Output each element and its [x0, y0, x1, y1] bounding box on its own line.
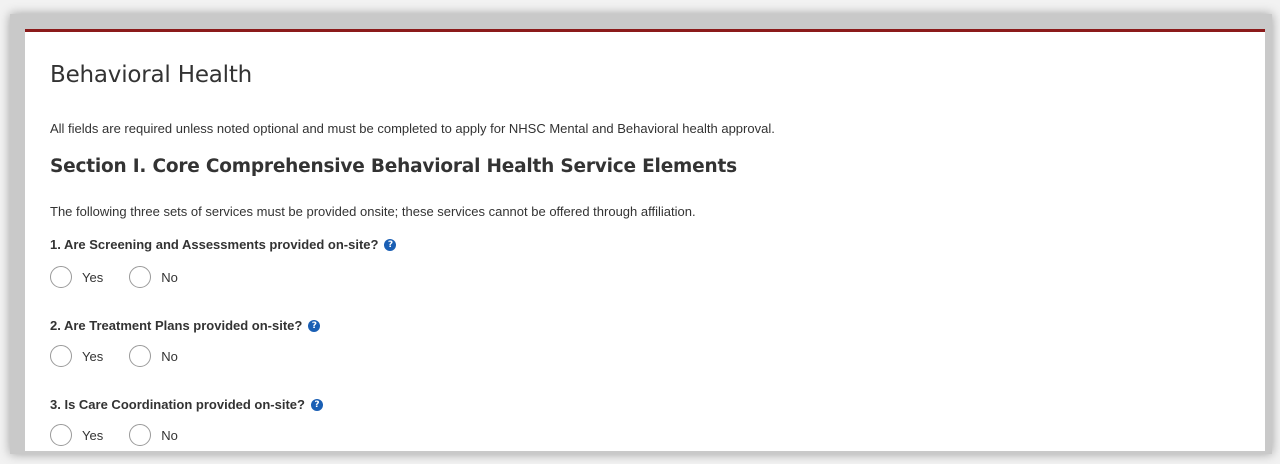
radio-label-no: No [161, 348, 178, 364]
question-1-label: 1. Are Screening and Assessments provide… [50, 237, 379, 252]
question-2-label: 2. Are Treatment Plans provided on-site? [50, 318, 303, 333]
help-icon[interactable]: ? [308, 319, 321, 332]
q1-yes-radio[interactable]: Yes [50, 266, 103, 288]
radio-label-yes: Yes [82, 348, 104, 364]
section-heading: Section I. Core Comprehensive Behavioral… [50, 156, 737, 177]
question-2: 2. Are Treatment Plans provided on-site?… [50, 318, 321, 333]
q1-no-radio[interactable]: No [129, 266, 178, 288]
radio-label-no: No [161, 427, 178, 443]
q2-no-radio[interactable]: No [129, 345, 178, 367]
q3-no-radio[interactable]: No [129, 424, 178, 446]
help-icon[interactable]: ? [310, 398, 323, 411]
radio-label-yes: Yes [82, 269, 104, 285]
radio-button[interactable] [129, 266, 152, 288]
question-3-options: Yes No [50, 424, 204, 446]
q2-yes-radio[interactable]: Yes [50, 345, 103, 367]
section-description: The following three sets of services mus… [50, 204, 696, 219]
page-title: Behavioral Health [50, 62, 253, 88]
q3-yes-radio[interactable]: Yes [50, 424, 103, 446]
radio-button[interactable] [129, 424, 152, 446]
radio-button[interactable] [129, 345, 152, 367]
radio-label-no: No [161, 269, 178, 285]
question-3-label: 3. Is Care Coordination provided on-site… [50, 397, 305, 412]
radio-button[interactable] [50, 266, 72, 288]
radio-label-yes: Yes [82, 427, 104, 443]
radio-button[interactable] [50, 424, 72, 446]
radio-button[interactable] [50, 345, 72, 367]
behavioral-health-form: Behavioral Health All fields are require… [25, 29, 1265, 451]
help-icon[interactable]: ? [384, 238, 397, 251]
intro-text: All fields are required unless noted opt… [50, 121, 775, 136]
question-1: 1. Are Screening and Assessments provide… [50, 237, 397, 252]
question-1-options: Yes No [50, 266, 204, 288]
question-3: 3. Is Care Coordination provided on-site… [50, 397, 323, 412]
question-2-options: Yes No [50, 345, 204, 367]
